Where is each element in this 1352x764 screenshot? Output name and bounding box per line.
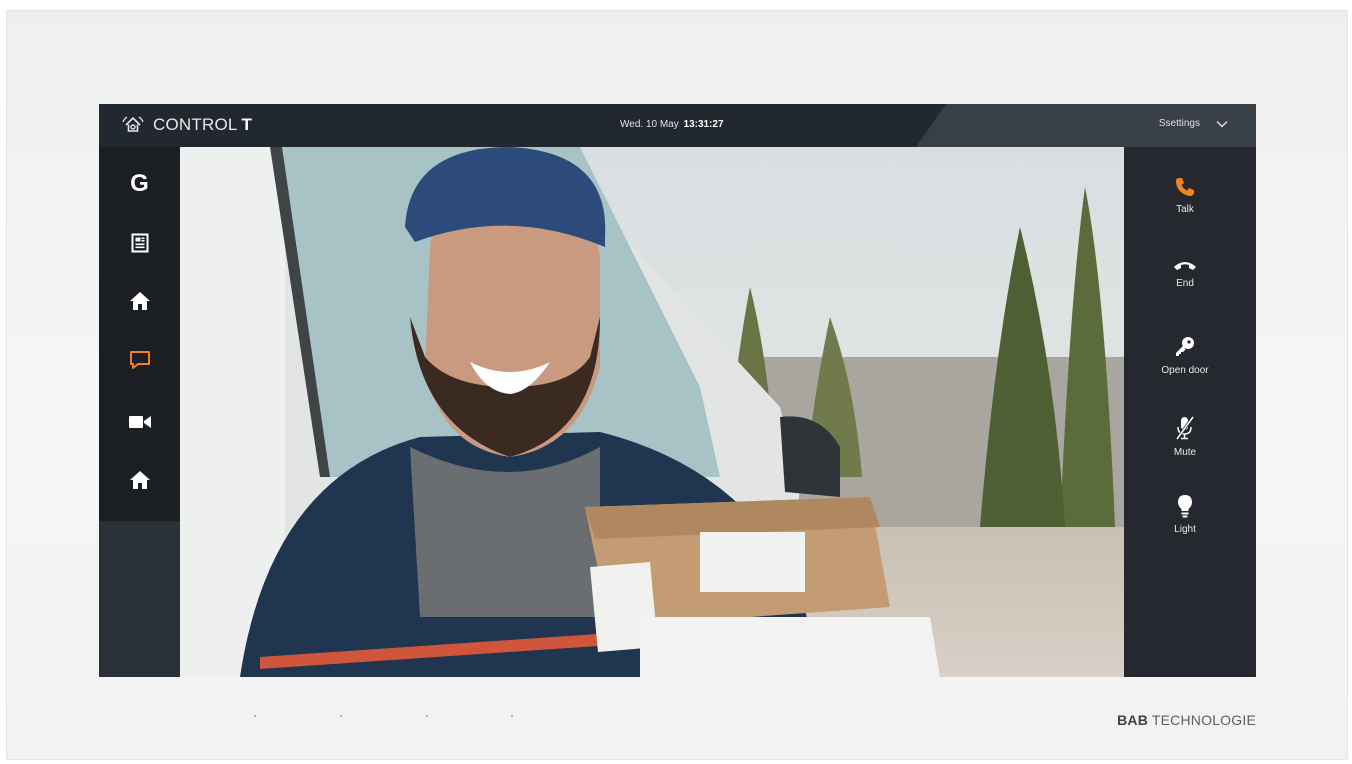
settings-label: Ssettings <box>1158 118 1200 129</box>
nav-item-google[interactable]: G <box>99 164 180 204</box>
manufacturer-logo: BAB TECHNOLOGIE <box>1117 712 1256 728</box>
talk-label: Talk <box>1176 204 1194 215</box>
date-time: Wed. 10 May 13:31:27 <box>620 119 724 130</box>
touch-screen: CONTROL T Wed. 10 May 13:31:27 Ssettings … <box>99 104 1256 677</box>
nav-item-home[interactable] <box>99 281 180 321</box>
nav-item-intercom[interactable] <box>99 340 180 380</box>
nav-item-camera[interactable] <box>99 402 180 442</box>
hangup-icon <box>1174 262 1196 270</box>
sensor-dot[interactable] <box>511 715 513 717</box>
chat-icon <box>129 351 150 369</box>
date-text: Wed. 10 May <box>620 119 679 130</box>
home-icon <box>129 471 150 489</box>
video-camera-icon <box>128 416 151 428</box>
camera-image <box>180 147 1124 677</box>
left-nav-filler <box>99 521 180 677</box>
talk-button[interactable]: Talk <box>1124 176 1246 215</box>
left-nav: G <box>99 147 180 521</box>
time-text: 13:31:27 <box>683 119 724 130</box>
lightbulb-icon <box>1178 495 1192 518</box>
manufacturer-rest: TECHNOLOGIE <box>1151 712 1256 728</box>
top-bar: CONTROL T Wed. 10 May 13:31:27 Ssettings <box>99 104 1256 147</box>
brand-logo: CONTROL T <box>121 113 252 137</box>
mute-button[interactable]: Mute <box>1124 415 1246 458</box>
newspaper-icon <box>131 233 148 253</box>
open-door-button[interactable]: Open door <box>1124 335 1246 376</box>
call-actions-panel: Talk End Open door Mute Light <box>1124 147 1256 677</box>
light-label: Light <box>1174 524 1196 535</box>
google-icon: G <box>130 170 149 197</box>
sensor-dot[interactable] <box>426 715 428 717</box>
light-button[interactable]: Light <box>1124 494 1246 535</box>
open-door-label: Open door <box>1161 365 1209 376</box>
home-icon <box>129 292 150 310</box>
end-label: End <box>1176 278 1194 289</box>
nav-item-home-2[interactable] <box>99 460 180 500</box>
doorbell-camera-feed <box>180 147 1124 677</box>
manufacturer-bold: BAB <box>1117 712 1149 728</box>
mute-label: Mute <box>1173 447 1197 458</box>
chevron-down-icon <box>1216 120 1228 127</box>
mic-muted-icon <box>1175 416 1195 440</box>
sensor-dot[interactable] <box>340 715 342 717</box>
nav-item-news[interactable] <box>99 223 180 263</box>
end-button[interactable]: End <box>1124 260 1246 289</box>
smart-home-logo-icon <box>122 116 144 132</box>
phone-icon <box>1176 178 1194 196</box>
key-icon <box>1176 337 1194 356</box>
sensor-dot[interactable] <box>254 715 256 717</box>
settings-dropdown[interactable]: Ssettings <box>1159 118 1228 129</box>
brand-suffix: T <box>241 115 253 134</box>
brand-name: CONTROL T <box>153 115 253 134</box>
